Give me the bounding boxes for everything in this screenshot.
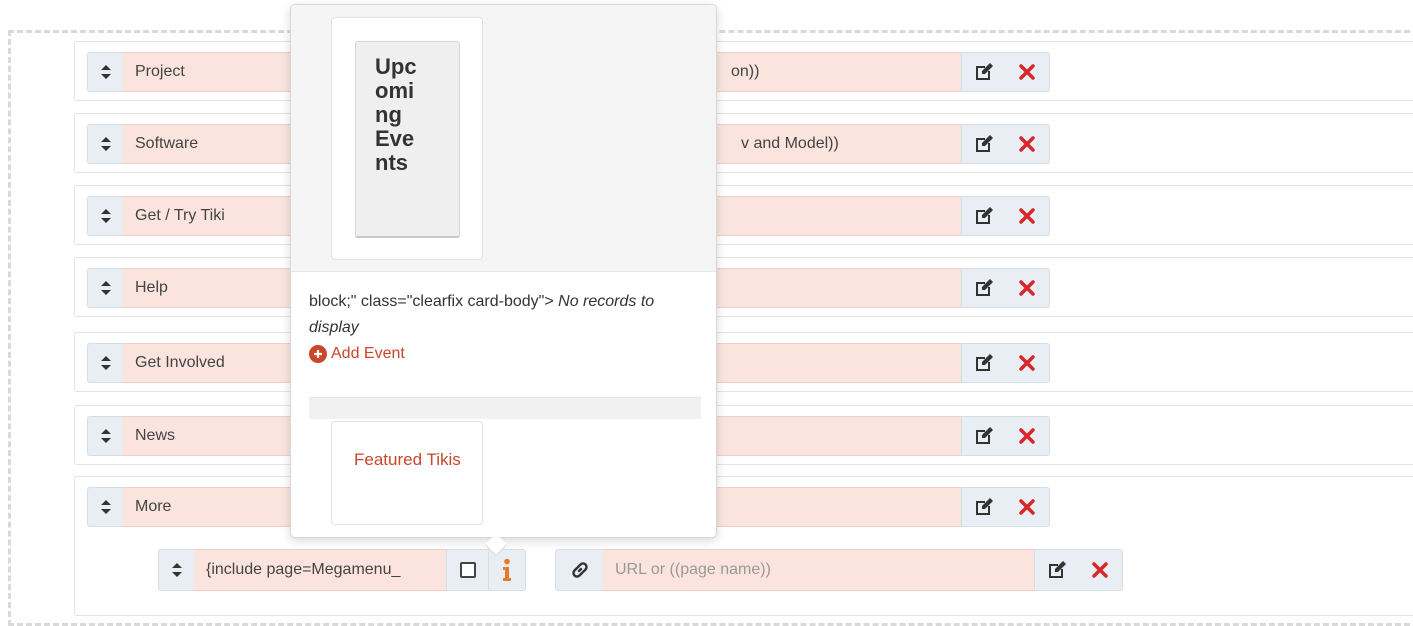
close-icon (1092, 562, 1108, 578)
info-button[interactable] (488, 549, 526, 591)
menu-row: Get Involved (74, 332, 1413, 392)
edit-button[interactable] (962, 269, 1006, 307)
sort-icon[interactable] (87, 268, 123, 308)
edit-button[interactable] (962, 488, 1006, 526)
edit-icon (975, 498, 993, 515)
menu-row: Help (74, 257, 1413, 317)
close-icon (1019, 355, 1035, 371)
info-popover: Upc omi ng Eve nts block;" class="clearf… (290, 4, 717, 557)
url-value: v and Model)) (741, 135, 839, 152)
remove-button[interactable] (1006, 125, 1050, 163)
remove-button[interactable] (1006, 488, 1050, 526)
remove-button[interactable] (1006, 53, 1050, 91)
plus-circle-icon (309, 345, 327, 363)
sort-icon[interactable] (87, 52, 123, 92)
remove-button[interactable] (1006, 269, 1050, 307)
row-actions (961, 196, 1050, 236)
sort-icon[interactable] (87, 196, 123, 236)
menu-row: News (74, 405, 1413, 465)
row-actions (961, 416, 1050, 456)
url-value: on)) (731, 63, 760, 80)
add-event-link[interactable]: Add Event (309, 345, 405, 363)
remove-button[interactable] (1006, 197, 1050, 235)
sort-icon[interactable] (158, 549, 194, 591)
divider-bar (309, 397, 701, 419)
edit-icon (1048, 561, 1066, 578)
sort-icon[interactable] (87, 416, 123, 456)
close-icon (1019, 136, 1035, 152)
menu-row: Software v and Model)) (74, 113, 1413, 173)
menu-row: Project on)) (74, 41, 1413, 101)
sort-icon[interactable] (87, 124, 123, 164)
link-icon (571, 562, 588, 578)
menu-row-expanded: More (74, 476, 1413, 616)
link-button[interactable] (555, 549, 603, 591)
remove-button[interactable] (1079, 551, 1123, 589)
close-icon (1019, 428, 1035, 444)
edit-button[interactable] (962, 125, 1006, 163)
preview-card: Upc omi ng Eve nts (331, 17, 483, 260)
info-icon (503, 558, 511, 581)
edit-icon (975, 207, 993, 224)
edit-icon (975, 427, 993, 444)
edit-icon (975, 63, 993, 80)
remove-button[interactable] (1006, 417, 1050, 455)
row-actions (961, 487, 1050, 527)
row-actions (961, 268, 1050, 308)
upcoming-events-button[interactable]: Upc omi ng Eve nts (355, 41, 460, 238)
popover-body-text: block;" class="clearfix card-body"> No r… (309, 293, 655, 336)
row-actions (961, 52, 1050, 92)
edit-button[interactable] (962, 53, 1006, 91)
checkbox-icon[interactable] (446, 549, 488, 591)
edit-button[interactable] (962, 417, 1006, 455)
child-label-input[interactable]: {include page=Megamenu_ (194, 549, 446, 591)
edit-button[interactable] (962, 344, 1006, 382)
row-actions (961, 343, 1050, 383)
featured-tikis-link[interactable]: Featured Tikis (354, 446, 464, 474)
child-row-actions (1034, 549, 1123, 591)
edit-icon (975, 135, 993, 152)
edit-button[interactable] (1035, 551, 1079, 589)
edit-icon (975, 354, 993, 371)
close-icon (1019, 499, 1035, 515)
edit-icon (975, 279, 993, 296)
popover-preview: Upc omi ng Eve nts (291, 5, 716, 272)
menu-row: Get / Try Tiki (74, 185, 1413, 245)
close-icon (1019, 280, 1035, 296)
url-input[interactable]: URL or ((page name)) (603, 549, 1034, 591)
remove-button[interactable] (1006, 344, 1050, 382)
close-icon (1019, 208, 1035, 224)
sort-icon[interactable] (87, 487, 123, 527)
row-actions (961, 124, 1050, 164)
close-icon (1019, 64, 1035, 80)
featured-card: Featured Tikis (331, 421, 483, 525)
sort-icon[interactable] (87, 343, 123, 383)
edit-button[interactable] (962, 197, 1006, 235)
